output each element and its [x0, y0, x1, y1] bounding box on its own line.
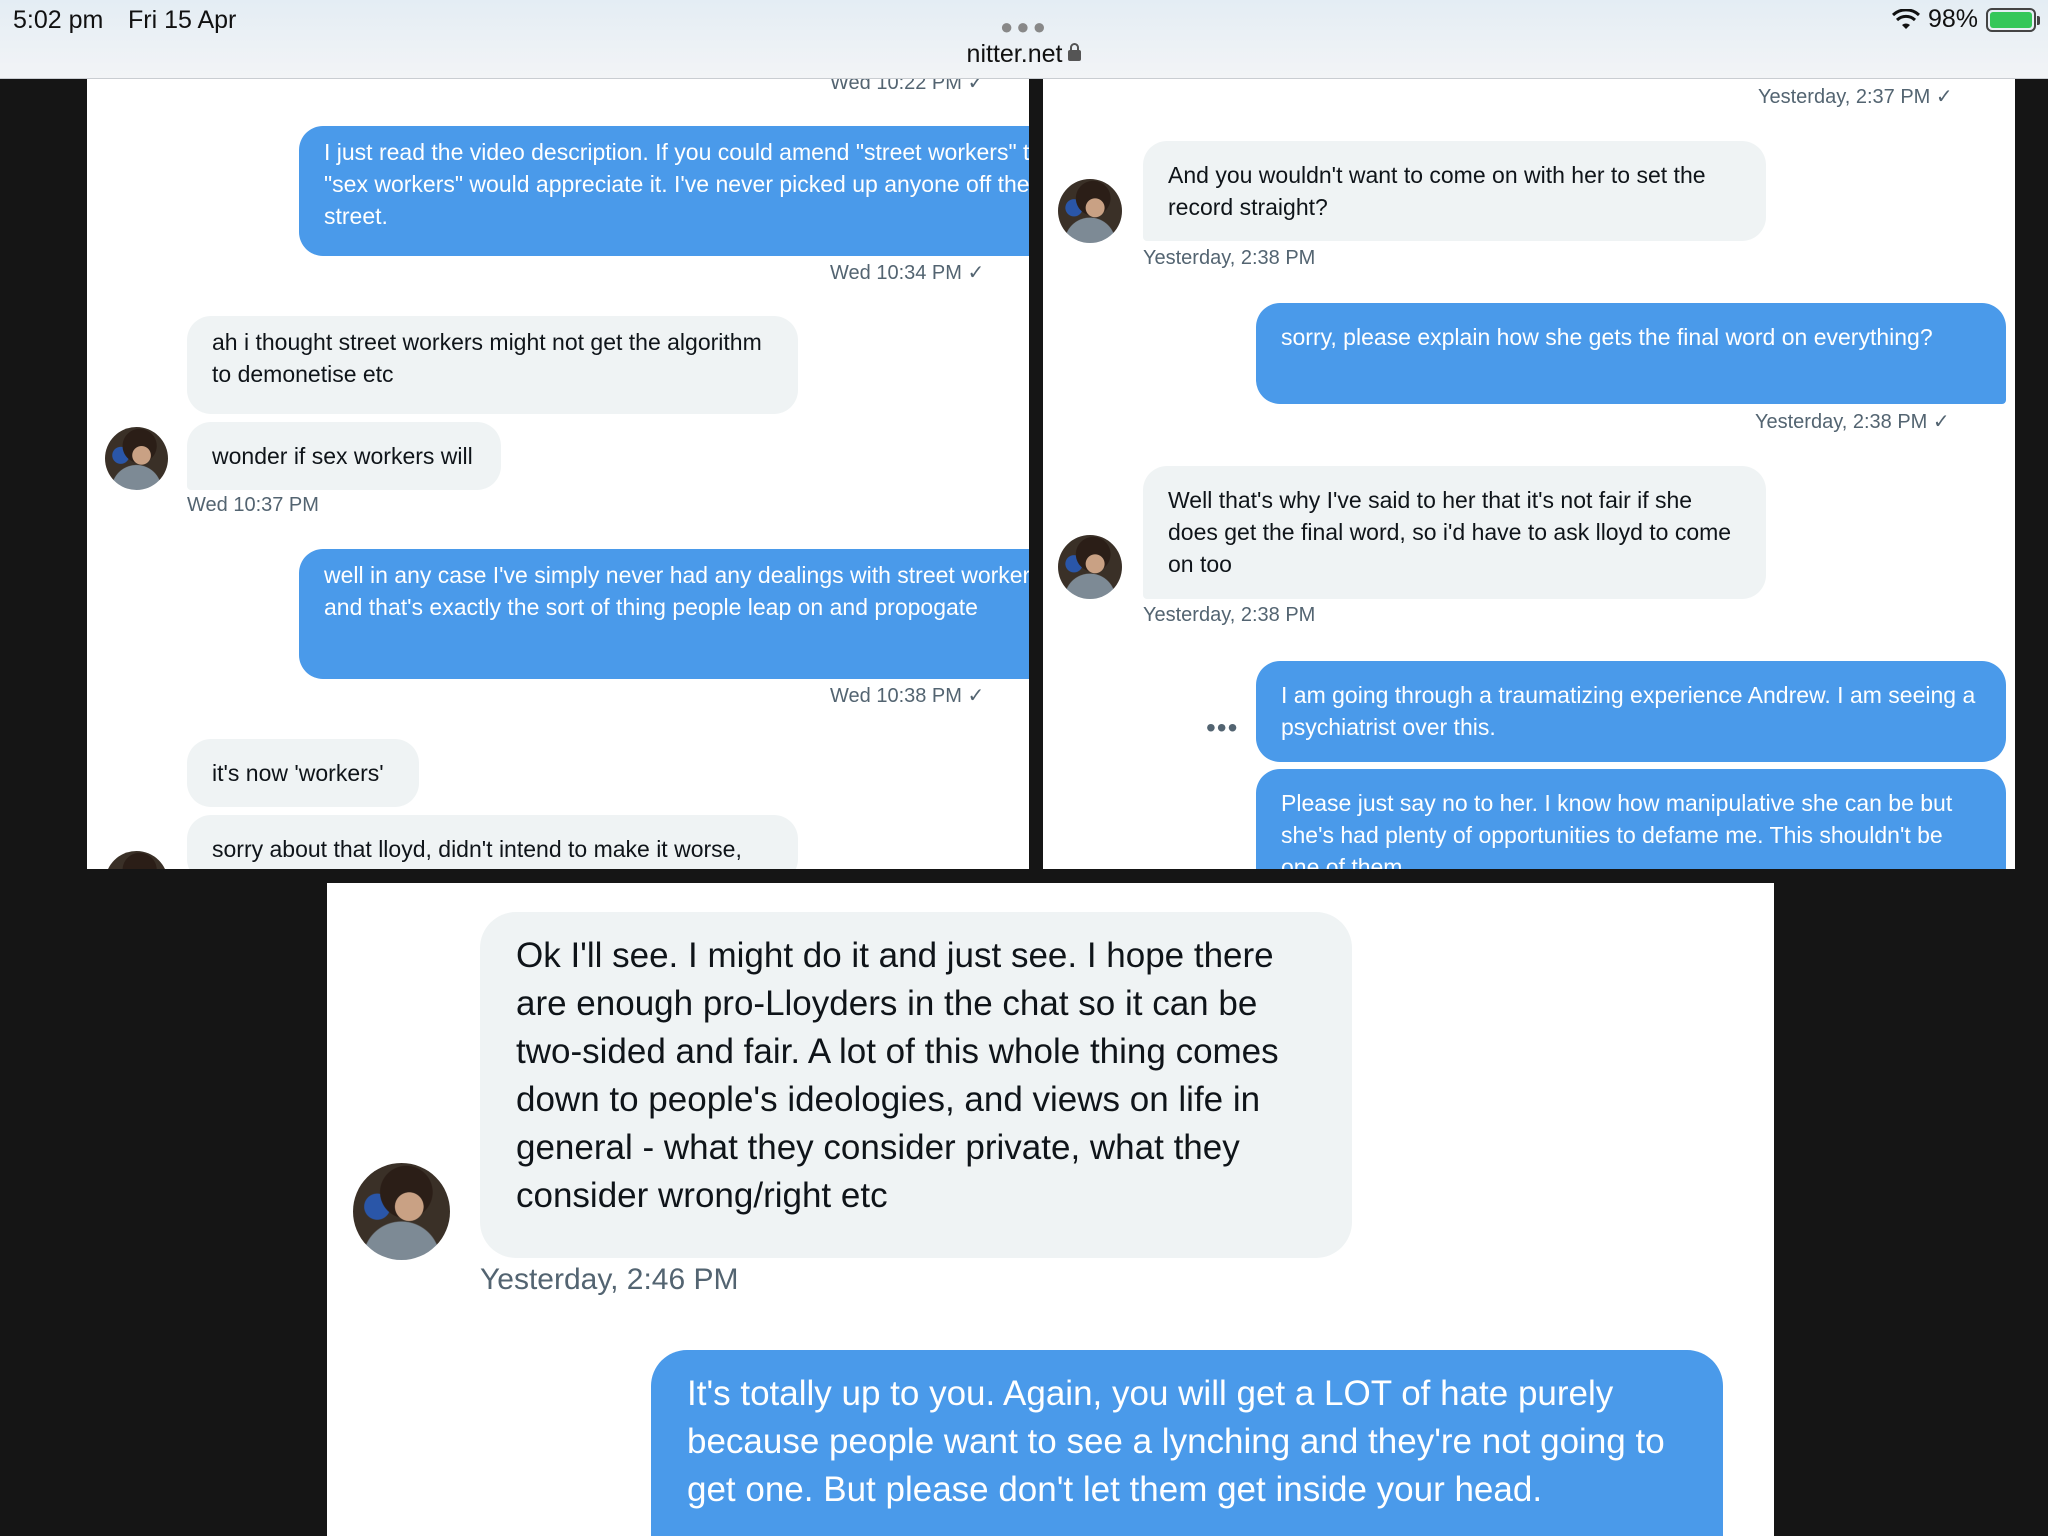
message-outgoing[interactable]: sorry, please explain how she gets the f… — [1256, 303, 2006, 404]
avatar[interactable] — [105, 851, 168, 869]
address-bar[interactable]: nitter.net — [0, 40, 2048, 69]
avatar[interactable] — [1058, 535, 1122, 599]
timestamp: Yesterday, 2:38 PM ✓ — [1755, 411, 1950, 433]
message-text: I just read the video description. If yo… — [324, 139, 1029, 229]
screenshot-panel-bottom: Ok I'll see. I might do it and just see.… — [327, 883, 1774, 1536]
url-text: nitter.net — [966, 40, 1063, 68]
timestamp: Wed 10:22 PM ✓ — [830, 79, 985, 94]
wifi-icon — [1891, 8, 1920, 29]
message-text: wonder if sex workers will — [212, 443, 473, 469]
timestamp: Yesterday, 2:38 PM — [1143, 247, 1316, 269]
message-text: It's totally up to you. Again, you will … — [687, 1374, 1665, 1509]
message-outgoing[interactable]: well in any case I've simply never had a… — [299, 549, 1029, 679]
status-date: Fri 15 Apr — [128, 6, 237, 34]
message-text: I am going through a traumatizing experi… — [1281, 682, 1976, 740]
more-options-icon[interactable]: ••• — [1206, 712, 1238, 744]
message-text: Ok I'll see. I might do it and just see.… — [516, 936, 1279, 1215]
multitask-dots-icon[interactable]: ●●● — [1000, 14, 1049, 40]
avatar[interactable] — [353, 1163, 450, 1260]
timestamp: Wed 10:38 PM ✓ — [830, 685, 985, 707]
avatar[interactable] — [1058, 179, 1122, 243]
status-right: 98% — [1891, 5, 2040, 34]
message-incoming[interactable]: And you wouldn't want to come on with he… — [1143, 141, 1766, 241]
message-outgoing[interactable]: Please just say no to her. I know how ma… — [1256, 769, 2006, 869]
lock-icon — [1068, 43, 1082, 61]
message-incoming[interactable]: sorry about that lloyd, didn't intend to… — [187, 815, 798, 869]
message-outgoing[interactable]: I just read the video description. If yo… — [299, 126, 1029, 256]
message-incoming[interactable]: it's now 'workers' — [187, 739, 419, 807]
timestamp: Wed 10:37 PM — [187, 494, 319, 516]
message-text: Well that's why I've said to her that it… — [1168, 487, 1732, 577]
message-text: well in any case I've simply never had a… — [324, 562, 1029, 620]
battery-percent: 98% — [1927, 5, 1978, 33]
avatar[interactable] — [105, 427, 168, 490]
message-text: ah i thought street workers might not ge… — [212, 329, 762, 387]
message-incoming[interactable]: Ok I'll see. I might do it and just see.… — [480, 912, 1352, 1258]
message-incoming[interactable]: Well that's why I've said to her that it… — [1143, 466, 1766, 599]
message-text: And you wouldn't want to come on with he… — [1168, 162, 1706, 220]
message-incoming[interactable]: wonder if sex workers will — [187, 422, 501, 490]
message-outgoing[interactable]: It's totally up to you. Again, you will … — [651, 1350, 1723, 1536]
screenshot-panel-top-left: Wed 10:22 PM ✓ I just read the video des… — [87, 79, 1029, 869]
message-text: it's now 'workers' — [212, 760, 384, 786]
message-incoming[interactable]: ah i thought street workers might not ge… — [187, 316, 798, 414]
timestamp: Yesterday, 2:46 PM — [480, 1263, 739, 1296]
screenshot-panel-top-right: Yesterday, 2:37 PM ✓ And you wouldn't wa… — [1043, 79, 2015, 869]
message-text: sorry about that lloyd, didn't intend to… — [212, 836, 742, 862]
timestamp: Yesterday, 2:37 PM ✓ — [1758, 86, 1953, 108]
battery-icon — [1986, 7, 2040, 32]
message-text: Please just say no to her. I know how ma… — [1281, 790, 1953, 869]
message-outgoing[interactable]: I am going through a traumatizing experi… — [1256, 661, 2006, 762]
status-time: 5:02 pm — [13, 6, 104, 34]
timestamp: Wed 10:34 PM ✓ — [830, 262, 985, 284]
timestamp: Yesterday, 2:38 PM — [1143, 604, 1316, 626]
status-bar: 5:02 pm Fri 15 Apr ●●● nitter.net 98% — [0, 0, 2048, 79]
message-text: sorry, please explain how she gets the f… — [1281, 324, 1933, 350]
